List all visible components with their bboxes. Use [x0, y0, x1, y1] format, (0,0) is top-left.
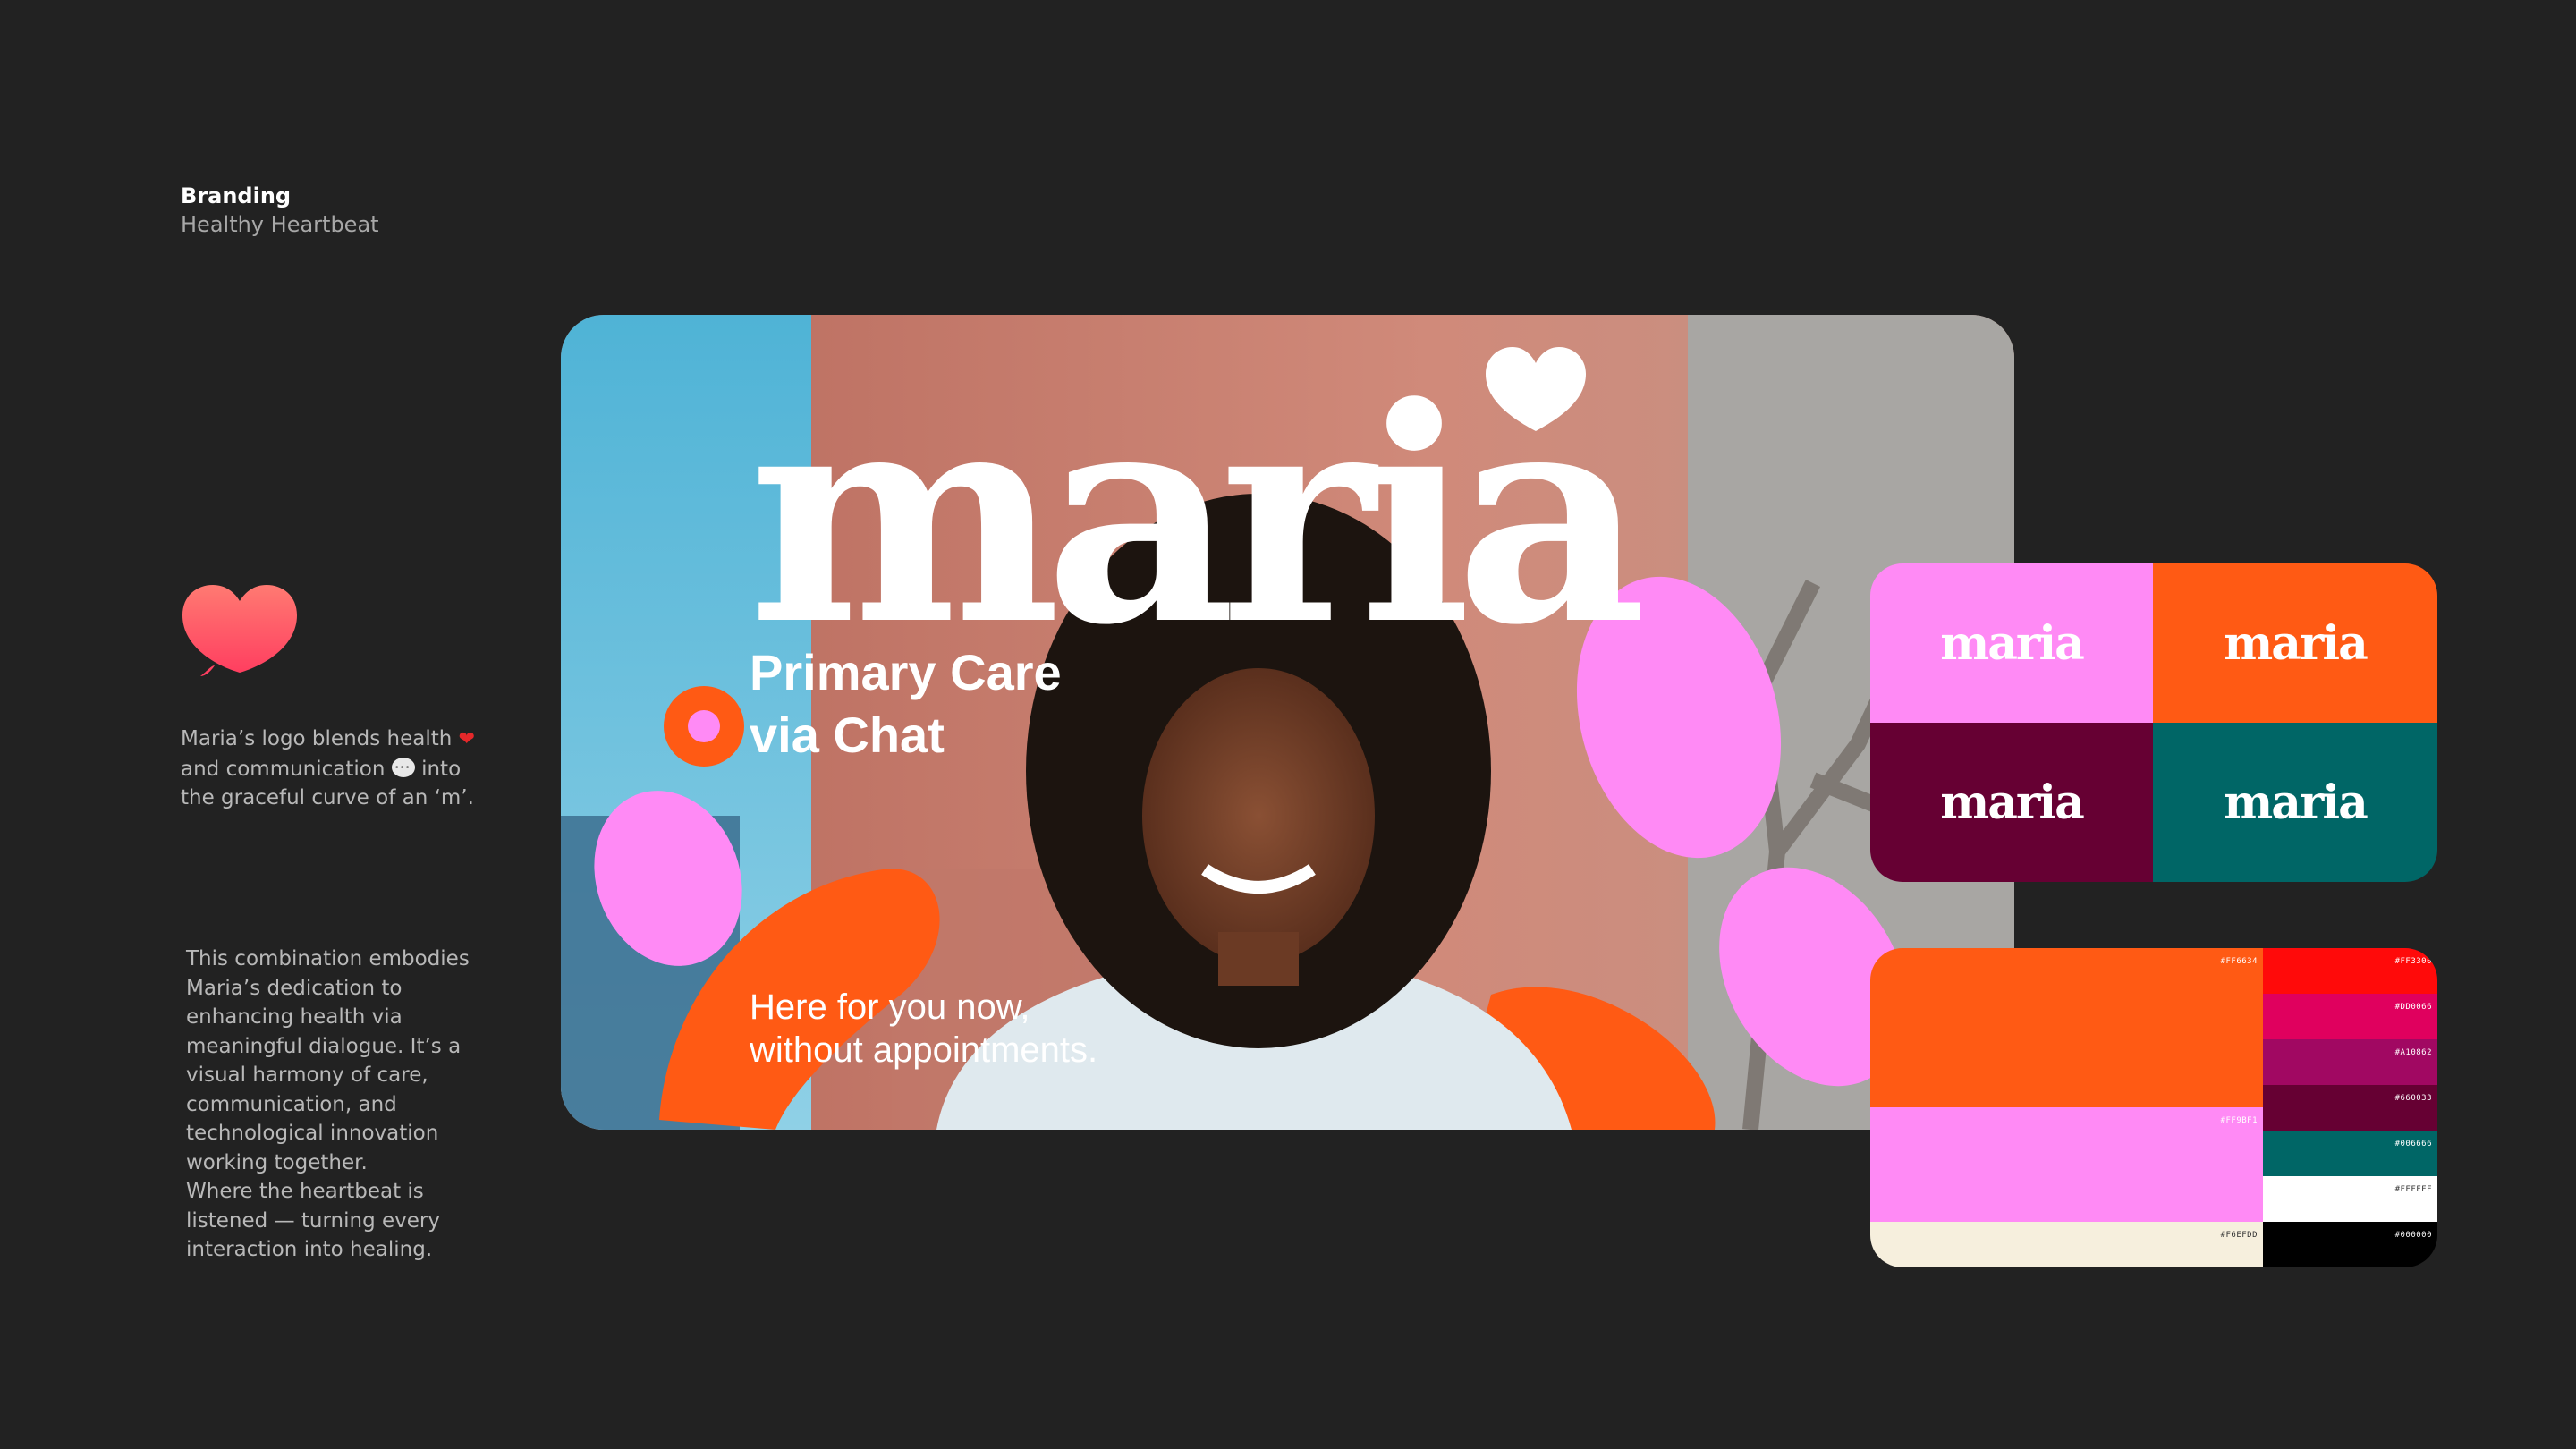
swatch-hex-label: #A10862 — [2394, 1048, 2432, 1057]
logo-variants-card: maria maria maria maria — [1870, 564, 2437, 882]
secondary-swatch: #FF3300 — [2263, 948, 2437, 994]
swatch-hex-label: #660033 — [2394, 1094, 2432, 1103]
description-text-1: Maria’s logo blends health — [181, 727, 453, 750]
logo-description: Maria’s logo blends health ❤ and communi… — [181, 724, 485, 813]
tagline-line-1: Primary Care — [750, 644, 1062, 700]
logo-variant-wordmark: maria — [1940, 775, 2085, 830]
secondary-swatch: #660033 — [2263, 1085, 2437, 1131]
section-header: Branding Healthy Heartbeat — [181, 182, 379, 239]
swatch-hex-label: #DD0066 — [2394, 1003, 2432, 1012]
secondary-swatch: #000000 — [2263, 1222, 2437, 1267]
swatch-hex-label: #FFFFFF — [2394, 1185, 2432, 1194]
wordmark-heart-icon — [1486, 347, 1586, 431]
primary-swatch: #F6EFDD — [1870, 1222, 2263, 1267]
brand-story-paragraph: This combination embodies Maria’s dedica… — [186, 947, 470, 1174]
project-name: Healthy Heartbeat — [181, 212, 379, 237]
hero-subtitle: Here for you now, without appointments. — [750, 986, 1097, 1072]
tagline-line-2: via Chat — [750, 707, 945, 763]
subtitle-line-1: Here for you now, — [750, 987, 1030, 1027]
hero-card: maria Primary Care via Chat Here for you… — [561, 315, 2014, 1130]
color-palette-card: #FF6634 #FF9BF1 #F6EFDD #FF3300 #DD0066 #A108… — [1870, 948, 2437, 1267]
secondary-swatch: #FFFFFF — [2263, 1176, 2437, 1222]
hero-tagline: Primary Care via Chat — [750, 641, 1062, 767]
subtitle-line-2: without appointments. — [750, 1030, 1098, 1070]
swatch-hex-label: #F6EFDD — [2220, 1231, 2258, 1240]
swatch-hex-label: #FF9BF1 — [2220, 1116, 2258, 1125]
secondary-swatch: #A10862 — [2263, 1039, 2437, 1085]
logo-variant-wordmark: maria — [1940, 615, 2085, 671]
heart-emoji-icon: ❤ — [458, 728, 476, 750]
logo-variant-tile: maria — [1870, 564, 2153, 723]
swatch-hex-label: #000000 — [2394, 1231, 2432, 1240]
primary-swatch: #FF9BF1 — [1870, 1107, 2263, 1222]
section-title: Branding — [181, 183, 292, 208]
brand-story-closing: Where the heartbeat is listened — turnin… — [186, 1180, 440, 1261]
swatch-hex-label: #006666 — [2394, 1140, 2432, 1148]
brand-story: This combination embodies Maria’s dedica… — [186, 945, 490, 1265]
heart-logo-icon — [182, 585, 297, 676]
swatch-hex-label: #FF6634 — [2220, 957, 2258, 966]
logo-variant-tile: maria — [2153, 564, 2437, 723]
logo-variant-tile: maria — [1870, 723, 2153, 882]
secondary-swatch: #DD0066 — [2263, 994, 2437, 1039]
primary-swatch: #FF6634 — [1870, 948, 2263, 1107]
swatch-hex-label: #FF3300 — [2394, 957, 2432, 966]
secondary-swatch: #006666 — [2263, 1131, 2437, 1176]
logo-variant-wordmark: maria — [2224, 775, 2368, 830]
logo-variant-wordmark: maria — [2224, 615, 2368, 671]
logo-variant-tile: maria — [2153, 723, 2437, 882]
speech-bubble-emoji-icon — [391, 754, 415, 783]
description-text-2: and communication — [181, 757, 386, 781]
